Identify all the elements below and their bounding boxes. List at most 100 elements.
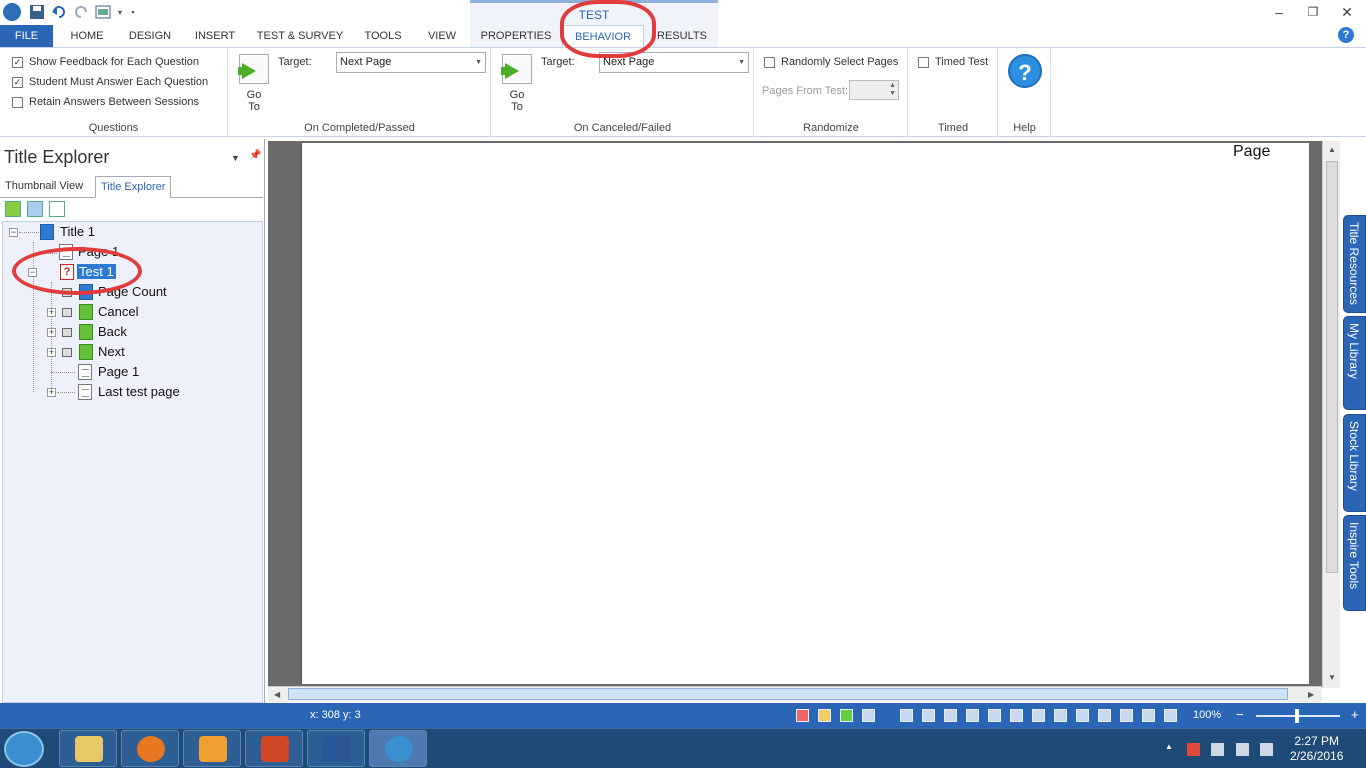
tree-node-next[interactable]: Next xyxy=(98,342,125,362)
tab-title-explorer[interactable]: Title Explorer xyxy=(95,176,172,198)
checkbox-unchecked-icon xyxy=(12,96,23,108)
tree-node-last-test-page[interactable]: Last test page xyxy=(98,382,180,402)
taskbar-outlook[interactable] xyxy=(183,730,241,767)
retain-answers-label: Retain Answers Between Sessions xyxy=(29,96,199,108)
add-section-icon[interactable] xyxy=(49,201,65,217)
same-width-icon[interactable] xyxy=(1076,709,1089,722)
preview-run-icon[interactable] xyxy=(840,709,853,722)
restore-button[interactable]: ❐ xyxy=(1298,2,1328,22)
retain-answers-checkbox[interactable]: Retain Answers Between Sessions xyxy=(12,96,199,108)
distribute-horizontal-icon[interactable] xyxy=(1032,709,1045,722)
add-page-icon[interactable] xyxy=(5,201,21,217)
error-check-icon[interactable] xyxy=(796,709,809,722)
clock-time: 2:27 PM xyxy=(1294,734,1340,748)
canceled-goto-button[interactable]: Go To xyxy=(500,54,534,113)
must-answer-checkbox[interactable]: ✓ Student Must Answer Each Question xyxy=(12,76,208,88)
device-icon[interactable] xyxy=(1211,743,1224,756)
volume-icon[interactable] xyxy=(1260,743,1273,756)
run-mode-icon[interactable] xyxy=(862,709,875,722)
align-left-icon[interactable] xyxy=(900,709,913,722)
add-chapter-icon[interactable] xyxy=(27,201,43,217)
cursor-coordinates: x: 308 y: 3 xyxy=(310,709,361,721)
zoom-slider-knob[interactable] xyxy=(1295,709,1299,723)
word-icon xyxy=(323,736,351,762)
horizontal-scroll-thumb[interactable] xyxy=(288,688,1288,700)
tab-design[interactable]: DESIGN xyxy=(122,25,178,47)
powerpoint-icon xyxy=(261,736,289,762)
side-tab-my-library[interactable]: My Library xyxy=(1343,316,1366,410)
pin-icon[interactable]: 📌 xyxy=(249,150,261,161)
taskbar-lectora[interactable] xyxy=(369,730,427,767)
tab-results[interactable]: RESULTS xyxy=(652,25,712,47)
completed-target-dropdown[interactable]: Next Page ▼ xyxy=(336,52,486,73)
windows-start-icon[interactable] xyxy=(4,731,44,767)
taskbar-explorer[interactable] xyxy=(59,730,117,767)
zoom-out-button[interactable]: − xyxy=(1236,707,1244,722)
align-bottom-icon[interactable] xyxy=(1010,709,1023,722)
expand-icon[interactable]: + xyxy=(47,388,56,397)
tab-thumbnail-view[interactable]: Thumbnail View xyxy=(0,176,88,198)
panel-menu-icon[interactable]: ▼ xyxy=(231,153,240,163)
taskbar-powerpoint[interactable] xyxy=(245,730,303,767)
show-feedback-checkbox[interactable]: ✓ Show Feedback for Each Question xyxy=(12,56,199,68)
random-select-checkbox[interactable]: Randomly Select Pages xyxy=(764,56,898,68)
canceled-group-label: On Canceled/Failed xyxy=(573,122,672,134)
help-icon[interactable]: ? xyxy=(1338,27,1354,43)
vertical-scroll-thumb[interactable] xyxy=(1326,161,1338,573)
arrange-icon[interactable] xyxy=(1164,709,1177,722)
scroll-down-icon[interactable]: ▼ xyxy=(1328,673,1336,682)
same-size-icon[interactable] xyxy=(1120,709,1133,722)
tab-tools[interactable]: TOOLS xyxy=(356,25,410,47)
tab-file[interactable]: FILE xyxy=(0,25,53,47)
checkbox-unchecked-icon xyxy=(764,56,775,68)
align-middle-icon[interactable] xyxy=(988,709,1001,722)
publish-icon[interactable] xyxy=(818,709,831,722)
scroll-up-icon[interactable]: ▲ xyxy=(1328,145,1336,154)
center-page-icon[interactable] xyxy=(1142,709,1155,722)
distribute-vertical-icon[interactable] xyxy=(1054,709,1067,722)
checkbox-checked-icon: ✓ xyxy=(12,76,23,88)
side-tab-stock-library[interactable]: Stock Library xyxy=(1343,414,1366,512)
close-button[interactable]: ✕ xyxy=(1332,2,1362,22)
minimize-button[interactable]: – xyxy=(1264,2,1294,22)
same-height-icon[interactable] xyxy=(1098,709,1111,722)
tab-view[interactable]: VIEW xyxy=(420,25,464,47)
system-clock[interactable]: 2:27 PM 2/26/2016 xyxy=(1290,734,1343,764)
tab-insert[interactable]: INSERT xyxy=(188,25,242,47)
completed-goto-button[interactable]: Go To xyxy=(237,54,271,113)
timed-test-checkbox[interactable]: Timed Test xyxy=(918,56,988,68)
expand-icon[interactable]: + xyxy=(47,328,56,337)
goto-label-line1: Go xyxy=(246,89,262,101)
side-tab-title-resources[interactable]: Title Resources xyxy=(1343,215,1366,313)
tab-home[interactable]: HOME xyxy=(60,25,114,47)
tree-node-cancel[interactable]: Cancel xyxy=(98,302,138,322)
tab-properties[interactable]: PROPERTIES xyxy=(478,25,554,47)
help-group-label: Help xyxy=(1013,122,1036,134)
align-top-icon[interactable] xyxy=(966,709,979,722)
must-answer-label: Student Must Answer Each Question xyxy=(29,76,209,88)
tab-test-survey[interactable]: TEST & SURVEY xyxy=(252,25,348,47)
scroll-left-icon[interactable]: ◀ xyxy=(274,690,280,699)
expand-icon[interactable]: + xyxy=(47,308,56,317)
tree-node-page-1[interactable]: Page 1 xyxy=(98,362,139,382)
help-button[interactable]: ? xyxy=(1008,54,1042,88)
side-tab-inspire-tools[interactable]: Inspire Tools xyxy=(1343,515,1366,611)
align-center-icon[interactable] xyxy=(922,709,935,722)
tree-node-back[interactable]: Back xyxy=(98,322,127,342)
network-icon[interactable] xyxy=(1236,743,1249,756)
zoom-in-button[interactable]: + xyxy=(1351,707,1359,722)
taskbar-firefox[interactable] xyxy=(121,730,179,767)
align-right-icon[interactable] xyxy=(944,709,957,722)
show-hidden-icons-icon[interactable]: ▲ xyxy=(1165,742,1173,755)
taskbar-word[interactable] xyxy=(307,730,365,767)
pages-from-test-spinner[interactable]: ▲ ▼ xyxy=(849,80,899,100)
expand-icon[interactable]: + xyxy=(47,348,56,357)
scroll-right-icon[interactable]: ▶ xyxy=(1308,690,1314,699)
tree-node-title[interactable]: Title 1 xyxy=(60,222,95,242)
randomize-group-label: Randomize xyxy=(803,122,859,134)
horizontal-scrollbar[interactable]: ◀ ▶ xyxy=(268,686,1322,702)
action-center-icon[interactable] xyxy=(1187,743,1200,756)
vertical-scrollbar[interactable]: ▲ ▼ xyxy=(1322,141,1340,688)
page-canvas[interactable]: Page xyxy=(301,143,1309,684)
collapse-icon[interactable]: − xyxy=(9,228,18,237)
